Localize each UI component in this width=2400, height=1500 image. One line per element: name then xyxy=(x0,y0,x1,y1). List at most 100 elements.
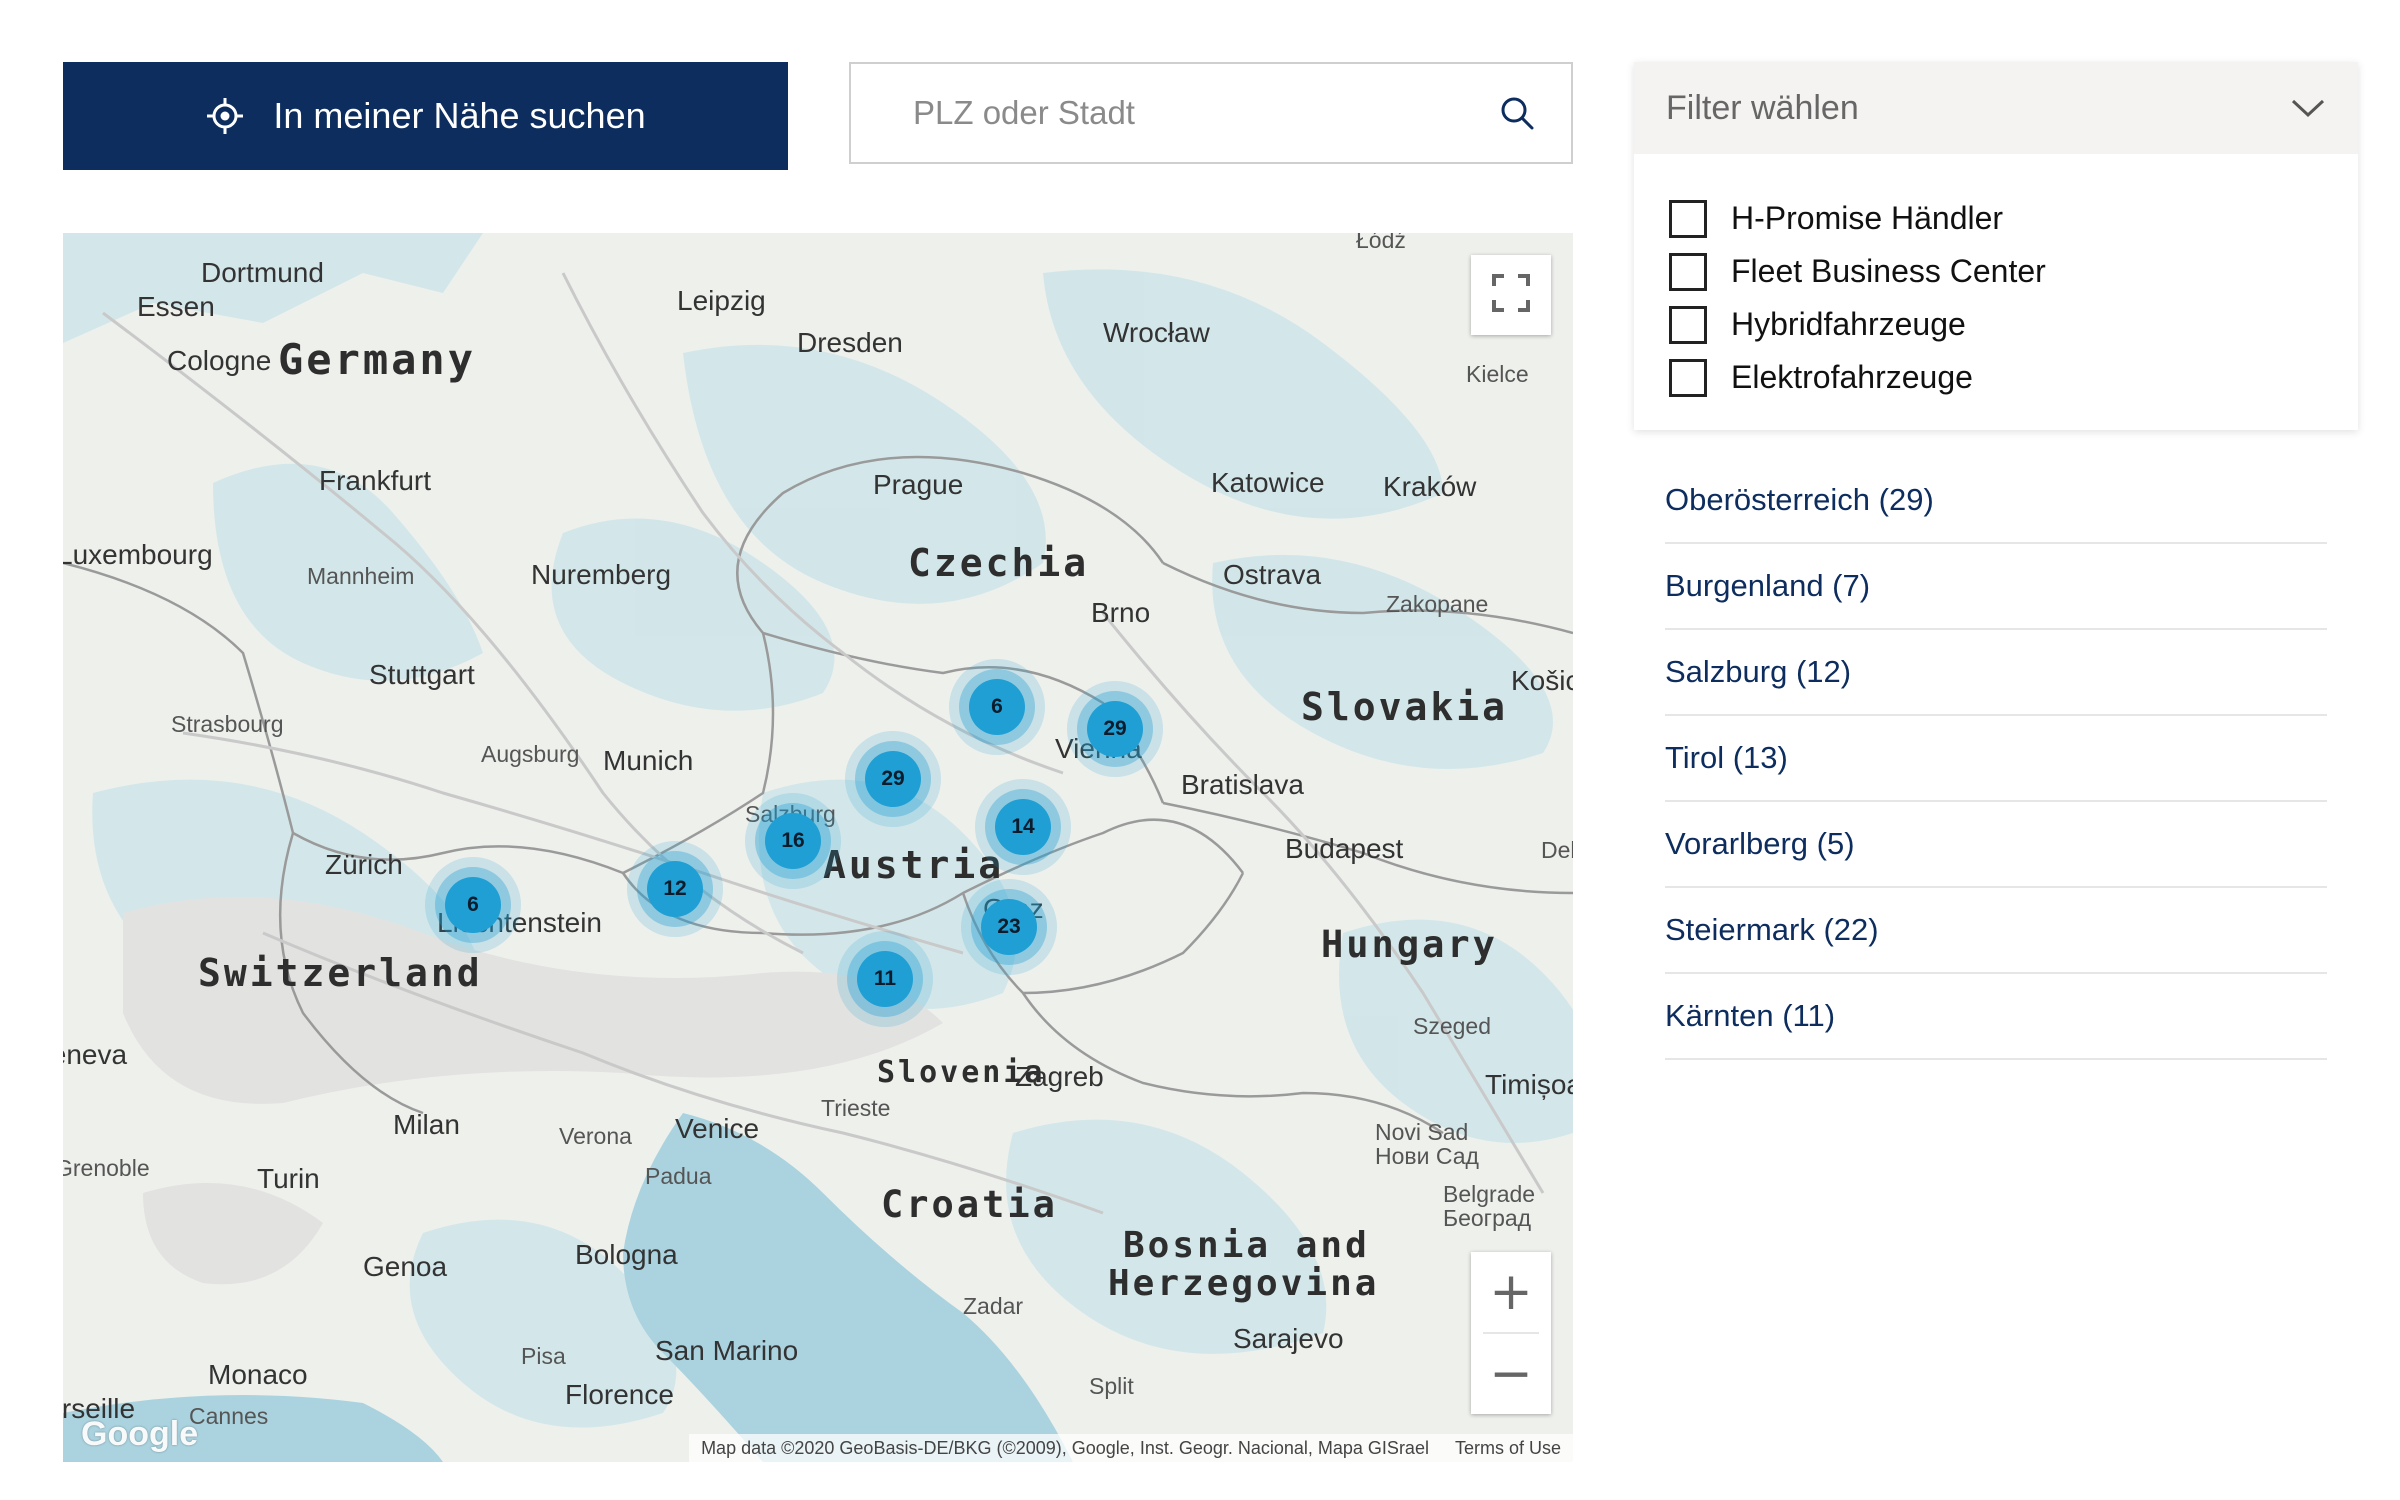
map-city-label: Geneva xyxy=(63,1039,128,1070)
map-city-label: Frankfurt xyxy=(319,465,432,496)
region-item[interactable]: Steiermark (22) xyxy=(1665,888,2327,974)
filter-option-electric[interactable]: Elektrofahrzeuge xyxy=(1634,351,2358,404)
dealer-cluster-marker[interactable]: 29 xyxy=(1087,701,1143,757)
map-city-label: Turin xyxy=(257,1163,320,1194)
map-city-label: Verona xyxy=(559,1123,632,1149)
map-city-label: Timișoara xyxy=(1485,1069,1573,1100)
dealer-cluster-marker[interactable]: 16 xyxy=(765,813,821,869)
map-city-label: Split xyxy=(1089,1373,1134,1399)
map-city-label: Leipzig xyxy=(677,285,766,316)
google-logo: Google xyxy=(81,1415,199,1453)
dealer-cluster-marker[interactable]: 6 xyxy=(445,877,501,933)
zoom-in-button[interactable]: + xyxy=(1471,1252,1551,1332)
map-attribution: Map data ©2020 GeoBasis-DE/BKG (©2009), … xyxy=(689,1434,1573,1462)
checkbox[interactable] xyxy=(1669,252,1707,291)
map-city-label: Florence xyxy=(565,1379,674,1410)
map-city-label: Sarajevo xyxy=(1233,1323,1344,1354)
map-city-label: Nuremberg xyxy=(531,559,672,590)
map-city-label: Łódź xyxy=(1356,233,1406,253)
map-city-label: Bologna xyxy=(575,1239,678,1270)
map-city-label: Katowice xyxy=(1211,467,1325,498)
map-country-label: Croatia xyxy=(881,1183,1058,1226)
map-city-label: Munich xyxy=(603,745,694,776)
filter-option-hybrid[interactable]: Hybridfahrzeuge xyxy=(1634,298,2358,351)
region-item[interactable]: Burgenland (7) xyxy=(1665,544,2327,630)
map-city-label: Prague xyxy=(873,469,964,500)
dealer-map[interactable]: Germany Czechia Slovakia Austria Switzer… xyxy=(63,233,1573,1462)
map-city-label: Zakopane xyxy=(1386,591,1489,617)
dealer-cluster-marker[interactable]: 14 xyxy=(995,799,1051,855)
filter-option-label: H-Promise Händler xyxy=(1731,200,2004,236)
map-city-label: Brno xyxy=(1091,597,1151,628)
region-item[interactable]: Vorarlberg (5) xyxy=(1665,802,2327,888)
map-city-label: Venice xyxy=(675,1113,760,1144)
map-city-label: Београд xyxy=(1443,1205,1532,1231)
map-city-label: Luxembourg xyxy=(63,539,213,570)
map-city-label: Wrocław xyxy=(1103,317,1210,348)
dealer-cluster-marker[interactable]: 23 xyxy=(981,899,1037,955)
dealer-cluster-marker[interactable]: 29 xyxy=(865,751,921,807)
map-city-label: Monaco xyxy=(208,1359,308,1390)
map-city-label: Pisa xyxy=(521,1343,566,1369)
map-country-label: Czechia xyxy=(908,541,1090,585)
filter-dropdown: Filter wählen H-Promise Händler Fleet Bu… xyxy=(1634,62,2358,430)
filter-option-label: Fleet Business Center xyxy=(1731,253,2046,289)
map-city-label: Szeged xyxy=(1413,1013,1492,1039)
map-city-label: Ostrava xyxy=(1223,559,1322,590)
map-country-label: Herzegovina xyxy=(1108,1263,1380,1304)
checkbox[interactable] xyxy=(1669,358,1707,397)
region-item[interactable]: Oberösterreich (29) xyxy=(1665,458,2327,544)
map-city-label: Budapest xyxy=(1285,833,1404,864)
map-city-label: Augsburg xyxy=(481,741,580,767)
map-city-label: Kraków xyxy=(1383,471,1477,502)
map-city-label: Zürich xyxy=(325,849,403,880)
filter-options: H-Promise Händler Fleet Business Center … xyxy=(1634,154,2358,404)
zoom-out-button[interactable]: − xyxy=(1471,1334,1551,1414)
crosshair-icon xyxy=(205,96,245,136)
filter-option-label: Elektrofahrzeuge xyxy=(1731,359,1973,395)
dealer-cluster-marker[interactable]: 12 xyxy=(647,861,703,917)
map-city-label: Kielce xyxy=(1466,361,1529,387)
fullscreen-icon xyxy=(1491,273,1531,318)
map-city-label: Milan xyxy=(393,1109,460,1140)
region-item[interactable]: Kärnten (11) xyxy=(1665,974,2327,1060)
map-city-label: Stuttgart xyxy=(369,659,475,690)
map-city-label: Debrecen xyxy=(1541,837,1573,863)
filter-title: Filter wählen xyxy=(1666,88,1859,127)
map-city-label: Padua xyxy=(645,1163,712,1189)
map-city-label: Genoa xyxy=(363,1251,448,1282)
map-city-label: Essen xyxy=(137,291,215,322)
map-country-label: Germany xyxy=(278,335,477,384)
checkbox[interactable] xyxy=(1669,199,1707,238)
search-icon[interactable] xyxy=(1497,93,1537,133)
region-list: Oberösterreich (29) Burgenland (7) Salzb… xyxy=(1665,458,2327,1060)
search-input[interactable] xyxy=(851,63,1497,163)
dealer-cluster-marker[interactable]: 11 xyxy=(857,951,913,1007)
region-item[interactable]: Tirol (13) xyxy=(1665,716,2327,802)
location-search xyxy=(849,62,1573,164)
map-city-label: San Marino xyxy=(655,1335,799,1366)
locate-me-button[interactable]: In meiner Nähe suchen xyxy=(63,62,788,170)
checkbox[interactable] xyxy=(1669,305,1707,344)
filter-toggle[interactable]: Filter wählen xyxy=(1634,62,2358,154)
map-city-label: Belgrade xyxy=(1443,1181,1536,1207)
map-city-label: Bratislava xyxy=(1181,769,1304,800)
map-city-label: Trieste xyxy=(821,1095,891,1121)
terms-of-use-link[interactable]: Terms of Use xyxy=(1455,1438,1561,1459)
map-country-label: Hungary xyxy=(1321,923,1498,966)
map-city-label: Cologne xyxy=(167,345,272,376)
map-city-label: Mannheim xyxy=(307,563,415,589)
map-data-credit: Map data ©2020 GeoBasis-DE/BKG (©2009), … xyxy=(701,1437,1429,1458)
map-city-label: Cannes xyxy=(189,1403,269,1429)
map-city-label: Нови Сад xyxy=(1375,1143,1479,1169)
fullscreen-button[interactable] xyxy=(1471,255,1551,335)
dealer-cluster-marker[interactable]: 6 xyxy=(969,679,1025,735)
filter-option-h-promise[interactable]: H-Promise Händler xyxy=(1634,192,2358,245)
map-country-label: Austria xyxy=(823,843,1005,887)
map-city-label: Dresden xyxy=(797,327,903,358)
region-item[interactable]: Salzburg (12) xyxy=(1665,630,2327,716)
zoom-control: + − xyxy=(1471,1252,1551,1414)
map-country-label: Switzerland xyxy=(198,951,483,995)
chevron-down-icon xyxy=(2290,89,2326,128)
filter-option-fleet-business[interactable]: Fleet Business Center xyxy=(1634,245,2358,298)
